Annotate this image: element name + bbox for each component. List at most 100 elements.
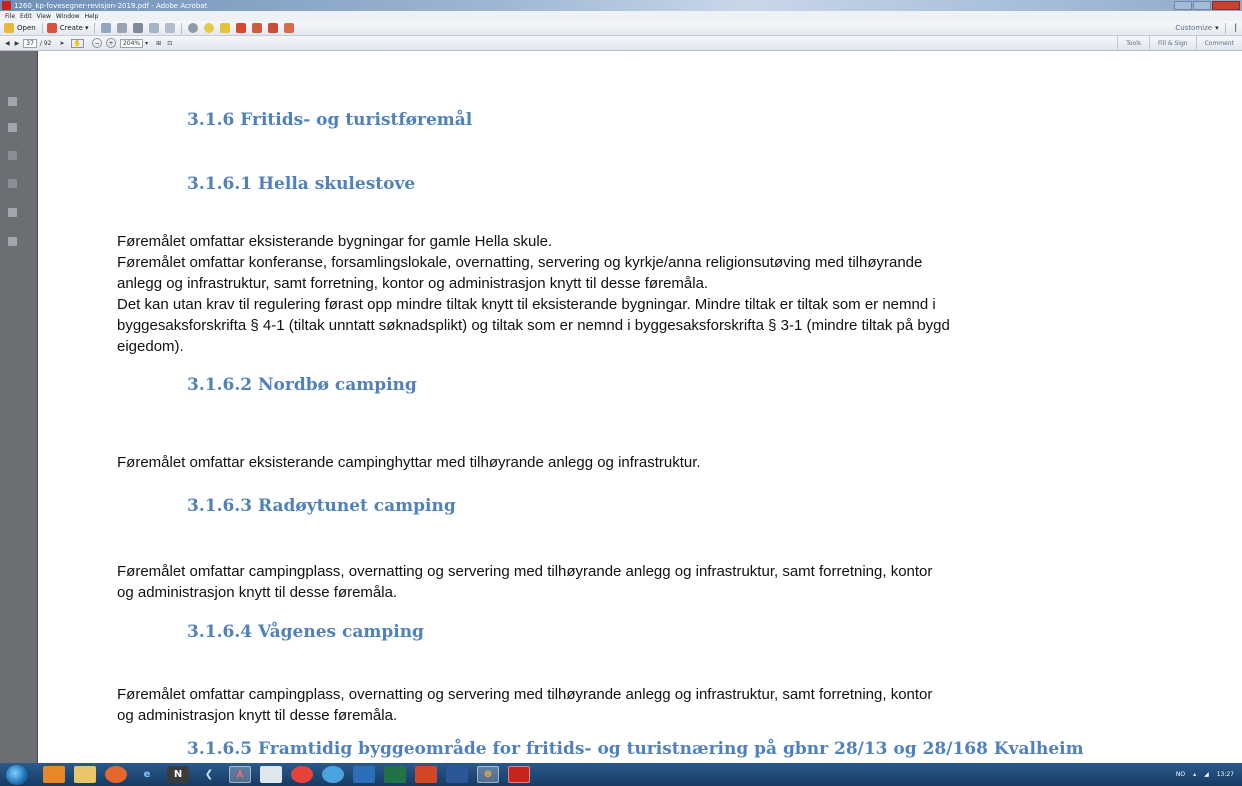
pin-icon[interactable]: ▕ (1231, 24, 1236, 32)
zoom-level-input[interactable]: 204% (119, 38, 144, 48)
menu-view[interactable]: View (37, 13, 51, 20)
paragraph-line: eigedom). (117, 338, 184, 355)
print-icon[interactable] (133, 23, 144, 33)
media-player-icon[interactable] (43, 766, 65, 783)
acrobat-app-icon (2, 1, 11, 10)
heading-3-1-6-1: 3.1.6.1 Hella skulestove (187, 174, 416, 194)
layers-icon[interactable] (8, 208, 17, 217)
create-button[interactable]: Create ▾ (46, 23, 88, 33)
menu-bar: File Edit View Window Help (0, 11, 1242, 21)
customize-label[interactable]: Customize (1175, 24, 1212, 32)
paragraph-line: Føremålet omfattar eksisterande bygninga… (117, 233, 553, 250)
acrobat-taskbar-icon[interactable]: ⅄ (229, 766, 251, 783)
chevron-down-icon[interactable]: ▾ (1215, 24, 1219, 32)
window-title: 1260_kp-fovesegner-revisjon-2019.pdf - A… (14, 1, 208, 10)
heading-3-1-6: 3.1.6 Fritids- og turistføremål (187, 110, 473, 130)
fit-width-icon[interactable]: ⊡ (167, 40, 172, 47)
paragraph-line: Det kan utan krav til regulering førast … (117, 296, 936, 313)
next-page-icon[interactable]: ▶ (15, 40, 20, 47)
chrome-icon[interactable] (291, 766, 313, 783)
paragraph-line: Føremålet omfattar eksisterande campingh… (117, 454, 701, 471)
bookmarks-icon[interactable] (8, 123, 17, 132)
back-arrow-icon[interactable]: ❮ (198, 766, 220, 783)
zoom-out-icon[interactable]: − (91, 38, 102, 48)
pdf-combine-icon[interactable] (252, 23, 263, 33)
clock[interactable]: 13:27 (1217, 771, 1234, 778)
zoom-in-icon[interactable]: + (105, 38, 116, 48)
powerpoint-icon[interactable] (415, 766, 437, 783)
hand-tool-icon[interactable]: ✋ (70, 38, 84, 48)
sticky-note-icon[interactable] (220, 23, 231, 33)
internet-explorer-icon[interactable]: e (136, 766, 158, 783)
settings-icon[interactable] (117, 23, 128, 33)
menu-file[interactable]: File (5, 13, 15, 20)
page-number-input[interactable]: 37 (23, 38, 37, 48)
network-icon[interactable]: ◢ (1204, 771, 1209, 778)
system-tray: NO ▴ ◢ 13:27 (1168, 771, 1234, 778)
toolbar-separator (41, 22, 43, 34)
paragraph-line: Føremålet omfattar campingplass, overnat… (117, 563, 933, 580)
toolbar-right: Customize ▾ ▕ (1175, 22, 1236, 34)
page-thumbnails-icon[interactable] (8, 97, 17, 106)
main-toolbar: Open Create ▾ Customize ▾ ▕ (0, 21, 1242, 36)
gear-icon[interactable] (188, 23, 199, 33)
heading-3-1-6-4: 3.1.6.4 Vågenes camping (187, 622, 424, 642)
signatures-icon[interactable] (8, 179, 17, 188)
document-taskbar-icon[interactable] (260, 766, 282, 783)
pdf-protect-icon[interactable] (284, 23, 295, 33)
taskbar: e N ❮ ⅄ ⊗ NO ▴ ◢ 13:27 (0, 763, 1242, 786)
word-icon[interactable] (446, 766, 468, 783)
pdf-export-icon[interactable] (236, 23, 247, 33)
file-explorer-icon[interactable] (74, 766, 96, 783)
menu-edit[interactable]: Edit (20, 13, 32, 20)
navigation-pane (0, 51, 38, 763)
chevron-down-icon[interactable]: ▾ (145, 40, 148, 47)
heading-3-1-6-5: 3.1.6.5 Framtidig byggeområde for fritid… (187, 739, 1084, 759)
tab-tools[interactable]: Tools (1117, 35, 1149, 51)
menu-window[interactable]: Window (56, 13, 80, 20)
paragraph-line: Føremålet omfattar konferanse, forsamlin… (117, 254, 923, 271)
tab-comment[interactable]: Comment (1195, 35, 1242, 51)
document-page: 3.1.6 Fritids- og turistføremål 3.1.6.1 … (38, 51, 1242, 763)
email-icon[interactable] (165, 23, 176, 33)
globe-icon[interactable] (322, 766, 344, 783)
close-button[interactable] (1212, 0, 1240, 10)
attachments-icon[interactable] (8, 151, 17, 160)
excel-icon[interactable] (384, 766, 406, 783)
paragraph-line: og administrasjon knytt til desse føremå… (117, 707, 398, 724)
pdf-share-icon[interactable] (268, 23, 279, 33)
right-panel-tabs: Tools Fill & Sign Comment (1117, 35, 1242, 51)
outlook-icon[interactable] (353, 766, 375, 783)
create-pdf-icon (46, 23, 57, 33)
start-button[interactable] (6, 764, 28, 785)
paragraph-line: byggesaksforskrifta § 4-1 (tiltak unntat… (117, 317, 950, 334)
onenote-icon[interactable]: N (167, 766, 189, 783)
tray-arrow-icon[interactable]: ▴ (1193, 771, 1196, 778)
acrobat-window-icon[interactable] (508, 766, 530, 783)
create-label: Create (59, 24, 83, 32)
toolbar-separator (181, 22, 183, 34)
menu-help[interactable]: Help (85, 13, 99, 20)
page-total: / 92 (39, 39, 52, 47)
edit-icon[interactable] (149, 23, 160, 33)
maximize-button[interactable] (1193, 0, 1211, 10)
fit-page-icon[interactable]: ⊞ (156, 40, 161, 47)
paragraph-line: og administrasjon knytt til desse føremå… (117, 584, 398, 601)
paragraph-line: Føremålet omfattar campingplass, overnat… (117, 686, 933, 703)
save-icon[interactable] (101, 23, 112, 33)
previous-page-icon[interactable]: ◀ (5, 40, 10, 47)
firefox-icon[interactable] (105, 766, 127, 783)
select-tool-icon[interactable]: ➤ (59, 40, 64, 47)
comment-icon[interactable] (204, 23, 215, 33)
minimize-button[interactable] (1174, 0, 1192, 10)
folder-icon (4, 23, 14, 33)
language-indicator[interactable]: NO (1176, 771, 1185, 778)
toolbar-separator (1224, 22, 1226, 34)
toolbar-separator (94, 22, 96, 34)
open-button[interactable]: Open (4, 23, 36, 33)
app-taskbar-icon[interactable]: ⊗ (477, 766, 499, 783)
tab-fill-sign[interactable]: Fill & Sign (1148, 35, 1196, 51)
content-icon[interactable] (8, 237, 17, 246)
paragraph-line: anlegg og infrastruktur, samt forretning… (117, 275, 709, 292)
heading-3-1-6-2: 3.1.6.2 Nordbø camping (187, 375, 417, 395)
